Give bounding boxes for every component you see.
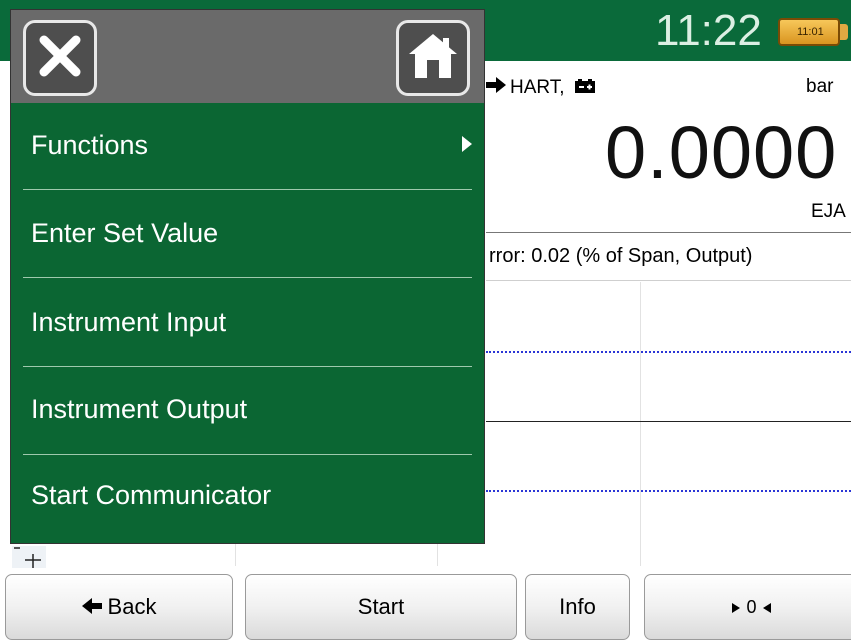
upper-limit-line	[486, 351, 851, 353]
back-button[interactable]: Back	[5, 574, 233, 640]
start-button[interactable]: Start	[245, 574, 517, 640]
clock-text: 11:22	[655, 6, 762, 55]
grid-line	[640, 282, 641, 566]
error-limit-text: rror: 0.02 (% of Span, Output)	[489, 245, 753, 267]
menu-item-label: Instrument Output	[31, 393, 248, 424]
menu-item-instrument-output[interactable]: Instrument Output	[11, 365, 484, 453]
source-label: HART,	[510, 77, 565, 98]
lower-limit-line	[486, 490, 851, 492]
arrow-right-icon	[486, 77, 506, 99]
info-label: Info	[559, 594, 596, 619]
battery-tip-shape	[840, 24, 848, 40]
divider	[486, 232, 851, 233]
menu-item-enter-set-value[interactable]: Enter Set Value	[11, 189, 484, 277]
power-supply-icon	[574, 77, 595, 99]
menu-item-label: Functions	[31, 129, 149, 160]
zero-button[interactable]: 0	[644, 574, 851, 640]
menu-item-label: Instrument Input	[31, 306, 227, 337]
device-name: EJA	[811, 201, 846, 222]
arrow-left-icon	[81, 594, 102, 620]
chevron-right-icon	[462, 136, 472, 152]
zero-left-arrow-icon	[732, 597, 741, 618]
menu-item-label: Start Communicator	[31, 479, 272, 510]
menu-item-label: Enter Set Value	[31, 217, 219, 248]
battery-label: 11:01	[797, 26, 824, 38]
info-button[interactable]: Info	[525, 574, 630, 640]
close-button[interactable]	[23, 20, 97, 96]
close-icon	[36, 32, 84, 85]
home-button[interactable]	[396, 20, 470, 96]
menu-item-functions[interactable]: Functions	[11, 101, 484, 189]
unit-label: bar	[806, 76, 834, 97]
measurement-value: 0.0000	[605, 111, 838, 194]
home-icon	[407, 30, 459, 87]
divider	[486, 280, 851, 281]
zero-error-line	[486, 421, 851, 422]
context-menu: Functions Enter Set Value Instrument Inp…	[11, 10, 484, 543]
zero-right-arrow-icon	[762, 597, 771, 618]
menu-item-instrument-input[interactable]: Instrument Input	[11, 278, 484, 366]
menu-item-start-communicator[interactable]: Start Communicator	[11, 451, 484, 539]
battery-icon: 11:01	[778, 18, 840, 46]
zero-label: 0	[746, 596, 757, 617]
start-label: Start	[357, 594, 405, 619]
back-label: Back	[107, 594, 157, 619]
graph-cursor-icon	[12, 546, 46, 568]
source-indicator: HART,	[486, 77, 595, 99]
